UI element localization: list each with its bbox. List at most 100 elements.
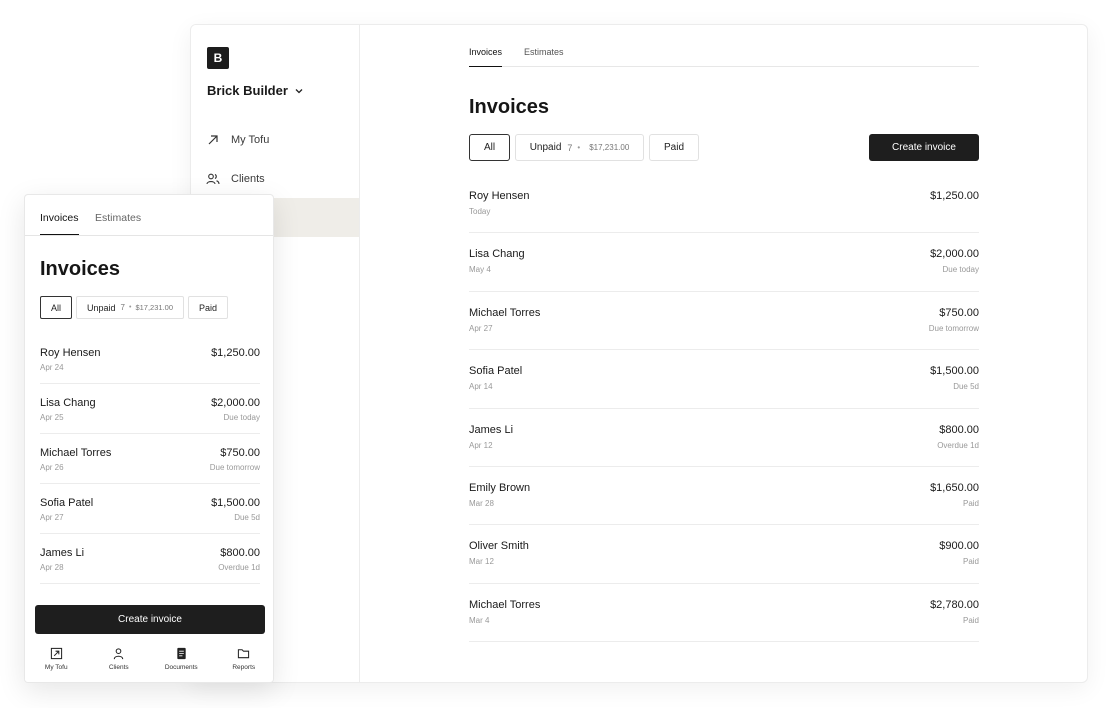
users-icon xyxy=(206,173,220,184)
sidebar-item-label: Clients xyxy=(231,172,265,185)
invoice-row[interactable]: Sofia Patel Apr 27 $1,500.00 Due 5d xyxy=(40,484,260,534)
invoice-amount: $1,650.00 xyxy=(930,481,979,494)
filter-paid-label: Paid xyxy=(663,142,684,153)
invoice-status: Paid xyxy=(962,557,979,567)
mobile-window: Invoices Estimates Invoices All Unpaid 7… xyxy=(24,194,274,683)
invoice-client-name: Michael Torres xyxy=(469,306,541,319)
invoice-date: Apr 26 xyxy=(40,463,64,472)
invoice-date: Mar 12 xyxy=(469,557,494,567)
filter-paid[interactable]: Paid xyxy=(649,134,699,161)
invoice-client-name: James Li xyxy=(469,423,514,436)
chevron-down-icon xyxy=(295,88,303,93)
arrow-up-right-icon xyxy=(50,647,62,660)
mobile-filter-bar: All Unpaid 7 • $17,231.00 Paid xyxy=(40,296,229,319)
logo[interactable]: B xyxy=(207,47,229,69)
invoice-client-name: Sofia Patel xyxy=(40,497,94,509)
invoice-status: Due today xyxy=(942,265,979,275)
invoice-amount: $1,250.00 xyxy=(930,190,979,202)
separator-dot: • xyxy=(129,304,132,311)
bottom-nav-clients[interactable]: Clients xyxy=(89,643,149,682)
filter-unpaid-label: Unpaid xyxy=(529,142,562,153)
invoice-date: Apr 14 xyxy=(469,382,493,392)
mobile-tab-invoices[interactable]: Invoices xyxy=(40,212,79,235)
mobile-tab-bar: Invoices Estimates xyxy=(25,195,273,236)
invoice-date: Today xyxy=(469,207,491,216)
workspace-name: Brick Builder xyxy=(207,83,288,98)
tab-estimates[interactable]: Estimates xyxy=(524,47,564,67)
invoice-amount: $2,000.00 xyxy=(930,248,979,261)
invoice-row[interactable]: Sofia Patel Apr 14 $1,500.00 Due 5d xyxy=(469,350,979,409)
invoice-row[interactable]: James Li Apr 28 $800.00 Overdue 1d xyxy=(40,534,260,584)
invoice-amount: $1,500.00 xyxy=(211,497,260,509)
invoice-amount: $900.00 xyxy=(939,540,979,553)
invoice-date: Mar 4 xyxy=(469,615,490,625)
desktop-window: B Brick Builder My Tofu Clients nts ook xyxy=(190,24,1088,683)
invoice-client-name: Michael Torres xyxy=(40,447,112,459)
tab-invoices[interactable]: Invoices xyxy=(469,47,503,67)
filter-paid-label: Paid xyxy=(199,302,218,313)
bottom-nav-my-tofu[interactable]: My Tofu xyxy=(26,643,86,682)
person-icon xyxy=(114,648,124,660)
mobile-bottom-nav: My Tofu Clients Documents Reports xyxy=(25,643,273,682)
invoice-row[interactable]: Roy Hensen Apr 24 $1,250.00 xyxy=(40,334,260,384)
invoice-date: May 4 xyxy=(469,265,491,275)
bottom-nav-documents[interactable]: Documents xyxy=(151,643,211,682)
invoice-amount: $800.00 xyxy=(939,423,979,436)
invoice-amount: $1,500.00 xyxy=(930,365,979,378)
invoice-amount: $800.00 xyxy=(220,547,260,559)
invoice-amount: $2,000.00 xyxy=(211,397,260,409)
invoice-row[interactable]: Lisa Chang Apr 25 $2,000.00 Due today xyxy=(40,384,260,434)
mobile-filter-unpaid[interactable]: Unpaid 7 • $17,231.00 xyxy=(76,296,184,319)
invoice-amount: $1,250.00 xyxy=(211,347,260,359)
bottom-nav-reports[interactable]: Reports xyxy=(214,643,273,682)
tab-bar: Invoices Estimates xyxy=(469,47,979,67)
filter-all-label: All xyxy=(483,142,496,153)
mobile-tab-estimates[interactable]: Estimates xyxy=(95,212,141,235)
invoice-status: Overdue 1d xyxy=(218,563,260,572)
invoice-date: Apr 25 xyxy=(40,413,64,422)
filter-unpaid-label: Unpaid xyxy=(87,302,116,313)
invoice-row[interactable]: Michael Torres Mar 4 $2,780.00 Paid xyxy=(469,584,979,643)
invoice-status: Due today xyxy=(223,413,260,422)
invoice-client-name: James Li xyxy=(40,547,85,559)
filter-all[interactable]: All xyxy=(469,134,510,161)
filter-unpaid-total: $17,231.00 xyxy=(135,303,173,312)
invoice-list: Roy Hensen Today $1,250.00 Lisa Chang Ma… xyxy=(469,175,979,643)
workspace-switcher[interactable]: Brick Builder xyxy=(207,83,304,98)
sidebar-item-clients[interactable]: Clients xyxy=(191,159,359,198)
document-icon xyxy=(177,647,186,660)
mobile-filter-paid[interactable]: Paid xyxy=(188,296,229,319)
filter-unpaid-count: 7 xyxy=(567,142,573,153)
invoice-row[interactable]: Michael Torres Apr 26 $750.00 Due tomorr… xyxy=(40,434,260,484)
filter-unpaid-total: $17,231.00 xyxy=(589,143,630,152)
invoice-client-name: Sofia Patel xyxy=(469,365,523,378)
bottom-nav-label: Clients xyxy=(108,664,129,671)
invoice-client-name: Roy Hensen xyxy=(469,190,530,202)
sidebar-item-label: My Tofu xyxy=(231,133,270,146)
bottom-nav-label: My Tofu xyxy=(44,664,68,671)
sidebar-item-my-tofu[interactable]: My Tofu xyxy=(191,120,359,159)
invoice-status: Due 5d xyxy=(953,382,979,392)
create-invoice-button[interactable]: Create invoice xyxy=(869,134,979,161)
arrow-up-right-icon xyxy=(208,134,218,144)
invoice-row[interactable]: Michael Torres Apr 27 $750.00 Due tomorr… xyxy=(469,292,979,351)
invoice-row[interactable]: Lisa Chang May 4 $2,000.00 Due today xyxy=(469,233,979,292)
invoice-row[interactable]: Oliver Smith Mar 12 $900.00 Paid xyxy=(469,525,979,584)
mobile-filter-all[interactable]: All xyxy=(40,296,73,319)
invoice-client-name: Emily Brown xyxy=(469,481,531,494)
invoice-amount: $2,780.00 xyxy=(930,598,979,611)
mobile-create-invoice-button[interactable]: Create invoice xyxy=(35,605,265,634)
invoice-amount: $750.00 xyxy=(939,306,979,319)
bottom-nav-label: Documents xyxy=(164,664,198,671)
filter-all-label: All xyxy=(51,302,62,313)
invoice-row[interactable]: Emily Brown Mar 28 $1,650.00 Paid xyxy=(469,467,979,526)
invoice-date: Apr 12 xyxy=(469,440,493,450)
invoice-client-name: Roy Hensen xyxy=(40,347,101,359)
filter-unpaid[interactable]: Unpaid 7 • $17,231.00 xyxy=(515,134,644,161)
invoice-row[interactable]: James Li Apr 12 $800.00 Overdue 1d xyxy=(469,409,979,467)
filter-bar: All Unpaid 7 • $17,231.00 Paid xyxy=(469,134,699,161)
invoice-row[interactable]: Roy Hensen Today $1,250.00 xyxy=(469,175,979,234)
invoice-client-name: Lisa Chang xyxy=(40,397,96,409)
invoice-date: Mar 28 xyxy=(469,498,494,508)
bottom-nav-label: Reports xyxy=(232,664,256,671)
